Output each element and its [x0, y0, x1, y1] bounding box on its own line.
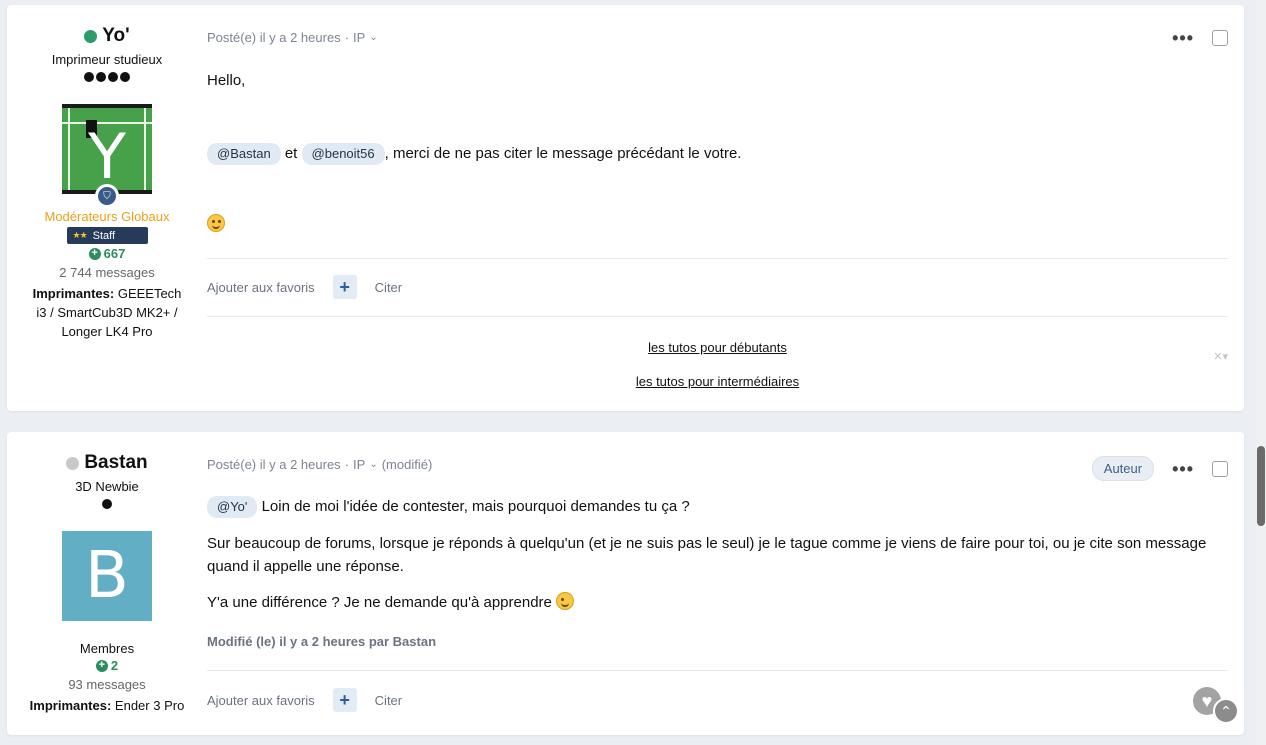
- meta-separator: ·: [344, 457, 350, 472]
- printers-field: Imprimantes: Ender 3 Pro: [7, 696, 207, 715]
- post-footer: Ajouter aux favoris + Citer: [207, 688, 402, 712]
- scrollbar[interactable]: [1256, 0, 1266, 745]
- ip-link[interactable]: IP: [353, 457, 365, 472]
- smile-emoji-icon: [207, 214, 225, 232]
- post-footer: Ajouter aux favoris + Citer: [207, 275, 402, 299]
- rank-title: 3D Newbie: [75, 479, 139, 494]
- staff-badge-label: Staff: [92, 229, 116, 242]
- post-actions: Auteur •••: [1091, 456, 1228, 481]
- author-name[interactable]: Bastan: [84, 452, 147, 474]
- reputation-value: 2: [110, 658, 119, 673]
- wink-emoji-icon: [556, 592, 575, 610]
- more-options-icon[interactable]: •••: [1172, 29, 1194, 47]
- post-text: , merci de ne pas citer le message précé…: [384, 145, 742, 162]
- rank-pip: [108, 72, 118, 82]
- user-group: Membres: [79, 641, 135, 656]
- scrollbar-thumb[interactable]: [1257, 446, 1265, 526]
- more-options-icon[interactable]: •••: [1172, 460, 1194, 478]
- plus-circle-icon: +: [88, 247, 101, 260]
- star-icon: ★★: [72, 230, 88, 240]
- divider: [207, 670, 1228, 671]
- author-badge: Auteur: [1091, 456, 1155, 481]
- mention-link[interactable]: @Bastan: [207, 143, 281, 165]
- author-name-row: Bastan: [7, 452, 207, 474]
- chevron-down-icon[interactable]: ⌄: [369, 32, 377, 43]
- avatar-letter: Y: [88, 120, 126, 193]
- printers-label: Imprimantes:: [29, 698, 112, 713]
- mention-link[interactable]: @benoit56: [301, 143, 385, 165]
- post-paragraph: Y'a une différence ? Je ne demande qu'à …: [207, 591, 1228, 614]
- post-paragraph: @Yo' Loin de moi l'idée de contester, ma…: [207, 495, 1228, 518]
- post-count: 2 744 messages: [59, 265, 155, 280]
- avatar-image[interactable]: Y: [62, 104, 152, 194]
- connector-text: et: [284, 145, 298, 162]
- chevron-down-icon[interactable]: ⌄: [369, 459, 377, 470]
- signature-link-beginners[interactable]: les tutos pour débutants: [648, 340, 787, 355]
- signature-line: les tutos pour intermédiaires: [207, 374, 1228, 389]
- signature-line: les tutos pour débutants: [207, 340, 1228, 355]
- edited-note: Modifié (le) il y a 2 heures par Bastan: [207, 634, 437, 649]
- author-panel: Yo' Imprimeur studieux Y ⛉ Modérateurs G…: [7, 5, 207, 341]
- meta-separator: ·: [344, 30, 350, 45]
- rank-pip: [96, 72, 106, 82]
- post-paragraph: Sur beaucoup de forums, lorsque je répon…: [207, 535, 1207, 575]
- post-1: Yo' Imprimeur studieux Y ⛉ Modérateurs G…: [7, 5, 1244, 411]
- select-post-checkbox[interactable]: [1212, 30, 1228, 46]
- post-2: Bastan 3D Newbie B Membres + 2 93 messag…: [7, 432, 1244, 735]
- plus-circle-icon: +: [95, 659, 108, 672]
- post-timestamp[interactable]: Posté(e) il y a 2 heures: [207, 30, 341, 45]
- staff-badge: ★★ Staff: [66, 227, 148, 244]
- post-greeting: Hello,: [207, 72, 246, 89]
- add-favorite-link[interactable]: Ajouter aux favoris: [207, 693, 315, 708]
- multiquote-plus-button[interactable]: +: [332, 275, 357, 299]
- author-panel: Bastan 3D Newbie B Membres + 2 93 messag…: [7, 432, 207, 715]
- post-count: 93 messages: [68, 677, 146, 692]
- divider: [207, 258, 1228, 259]
- post-meta: Posté(e) il y a 2 heures · IP ⌄: [207, 30, 378, 45]
- shield-icon: ⛉: [95, 184, 119, 208]
- post-paragraph: @Bastan et @benoit56, merci de ne pas ci…: [207, 142, 1228, 165]
- post-text: Loin de moi l'idée de contester, mais po…: [261, 498, 690, 515]
- author-name-row: Yo': [7, 25, 207, 47]
- offline-status-icon: [66, 456, 80, 470]
- avatar-letter[interactable]: B: [62, 531, 152, 621]
- online-status-icon: [84, 29, 98, 43]
- user-group: Modérateurs Globaux: [44, 209, 170, 224]
- reputation-value: 667: [103, 246, 126, 261]
- ip-link[interactable]: IP: [353, 30, 365, 45]
- rank-pip: [84, 72, 94, 82]
- printers-field: Imprimantes: GEEETech i3 / SmartCub3D MK…: [7, 284, 207, 341]
- rank-title: Imprimeur studieux: [51, 52, 163, 67]
- avatar[interactable]: B: [7, 531, 207, 621]
- rank-pips: [7, 72, 207, 82]
- hide-signature-icon[interactable]: ✕▾: [1213, 350, 1228, 363]
- multiquote-plus-button[interactable]: +: [332, 688, 357, 712]
- add-favorite-link[interactable]: Ajouter aux favoris: [207, 280, 315, 295]
- mention-link[interactable]: @Yo': [207, 496, 258, 518]
- signature-link-intermediate[interactable]: les tutos pour intermédiaires: [636, 374, 799, 389]
- post-emoji-line: [207, 213, 1228, 236]
- printers-value: Ender 3 Pro: [111, 698, 185, 713]
- modified-label: (modifié): [381, 457, 433, 472]
- select-post-checkbox[interactable]: [1212, 460, 1228, 477]
- rank-pip: [120, 72, 130, 82]
- post-text: Y'a une différence ? Je ne demande qu'à …: [207, 594, 552, 611]
- post-meta: Posté(e) il y a 2 heures · IP ⌄ (modifié…: [207, 457, 432, 472]
- avatar[interactable]: Y ⛉: [62, 104, 152, 208]
- author-name[interactable]: Yo': [102, 25, 129, 47]
- rank-pips: [7, 499, 207, 509]
- divider: [207, 316, 1228, 317]
- quote-button[interactable]: Citer: [375, 280, 402, 295]
- printers-label: Imprimantes:: [32, 286, 115, 301]
- post-timestamp[interactable]: Posté(e) il y a 2 heures: [207, 457, 341, 472]
- scroll-to-top-icon[interactable]: ⌃: [1213, 698, 1239, 724]
- quote-button[interactable]: Citer: [375, 693, 402, 708]
- rank-pip: [102, 499, 112, 509]
- reputation: + 2: [7, 658, 207, 673]
- post-actions: •••: [1172, 29, 1228, 47]
- reputation: + 667: [7, 246, 207, 261]
